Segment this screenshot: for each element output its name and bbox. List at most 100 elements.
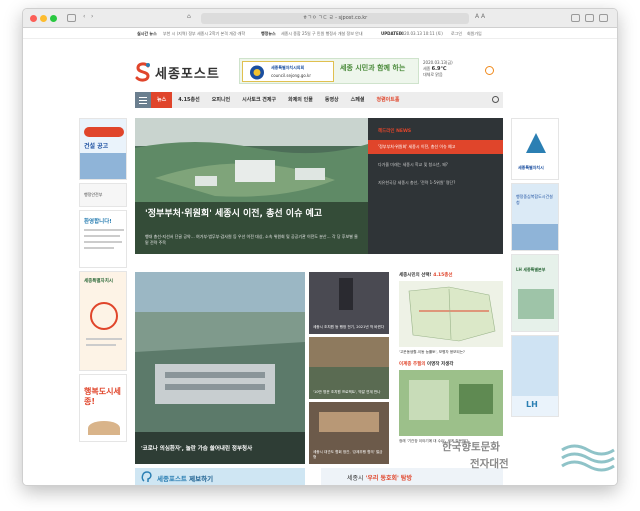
nav-election[interactable]: 4.15총선 bbox=[172, 92, 206, 108]
nav-clean[interactable]: 청렴이트홀 bbox=[370, 92, 405, 108]
signup-link[interactable]: 회원가입 bbox=[467, 31, 482, 37]
council-banner[interactable]: 세종특별자치시의회 council.sejong.go.kr bbox=[242, 61, 334, 82]
back-icon[interactable]: ‹ bbox=[83, 13, 85, 20]
hero-title[interactable]: '정부부처·위원회' 세종시 이전, 총선 이슈 예고 bbox=[145, 208, 355, 220]
zoom-window-button[interactable] bbox=[50, 15, 57, 22]
logo-text: 세종포스트 bbox=[155, 66, 220, 82]
browser-toolbar: ‹ › ⌂ ㅎㄱㅇ ㄱㄷ ㄹ - sjpost.co.kr A A bbox=[23, 9, 617, 28]
ad-happy-city[interactable]: 행복도시세종! bbox=[79, 374, 127, 442]
thumbnail-article[interactable]: '10만 명운 조치원 프로젝트', 막말 연계 반나 bbox=[309, 337, 389, 399]
ad-text: 행정안전부 bbox=[84, 192, 103, 197]
thumbnail-caption: 세종시 조치원 등 행정 전기, 2021년 착 바뀐다 bbox=[313, 325, 385, 329]
text-size-icon[interactable]: A A bbox=[475, 13, 485, 20]
council-emblem-icon bbox=[250, 65, 264, 80]
top-ticker: 실시간 뉴스 부천 시 (지역) 정부 세종시 2학기 본격 개강·개학 행정뉴… bbox=[23, 28, 617, 39]
minimize-window-button[interactable] bbox=[40, 15, 47, 22]
headline-item[interactable]: 다가올 미래는 세종시 학교 및 청소년, 왜? bbox=[368, 158, 503, 172]
ticker-label: 실시간 뉴스 bbox=[137, 31, 157, 36]
ticker-label-2: 행정뉴스 bbox=[261, 31, 276, 36]
column-heading-red: 이계종 주필의 bbox=[399, 362, 426, 367]
ad-welcome[interactable]: 환영합니다! bbox=[79, 210, 127, 268]
watermark-line1: 한국향토문화 bbox=[442, 441, 500, 453]
club-banner-mid: '우리 동호회' 탐방 bbox=[365, 475, 412, 482]
nav-news[interactable]: 뉴스 bbox=[151, 92, 173, 108]
election-section: 세종시민의 선택! 4.15총선 '고운동생활-이동 능률토', 보병자 응모되… bbox=[399, 272, 503, 450]
headline-news-panel: 헤드라인 NEWS '정부부처·위원회' 세종시 이전, 총선 이슈 예고 다가… bbox=[368, 118, 503, 254]
ticker-text[interactable]: 부천 시 (지역) 정부 세종시 2학기 본격 개강·개학 bbox=[163, 31, 245, 37]
nav-opinion[interactable]: 오피니언 bbox=[206, 92, 236, 108]
headline-label: 헤드라인 NEWS bbox=[378, 129, 412, 134]
thumbnail-article[interactable]: 세종시 대관도 협회 정관, '강제추행 협의' 벌금형 bbox=[309, 402, 389, 464]
column-photo[interactable] bbox=[399, 370, 503, 436]
headline-item[interactable]: '정부부처·위원회' 세종시 이전, 총선 이슈 예고 bbox=[368, 140, 503, 154]
ad-text: 행정중심복합도시건설청 bbox=[516, 194, 553, 205]
sidebar-toggle-icon[interactable] bbox=[67, 14, 76, 22]
council-url: council.sejong.go.kr bbox=[271, 73, 312, 78]
sejong-emblem-icon bbox=[526, 133, 546, 153]
ad-text: 행복도시세종! bbox=[84, 387, 121, 406]
weather-desc: 대체로 맑음 bbox=[423, 72, 443, 77]
thumbnail-caption: '10만 명운 조치원 프로젝트', 막말 연계 반나 bbox=[313, 390, 381, 394]
ad-sejong-city[interactable]: 세종특별자치시 bbox=[79, 271, 127, 371]
watermark-logo-icon bbox=[561, 444, 615, 472]
new-tab-icon[interactable] bbox=[599, 14, 608, 22]
hero-article[interactable]: '정부부처·위원회' 세종시 이전, 총선 이슈 예고 행대 총선-지선서 단골… bbox=[135, 118, 368, 254]
headline-item[interactable]: 지유한국당 세종시 총선, '전략 1-5위원' 명단? bbox=[368, 176, 503, 190]
logo-mark-icon bbox=[135, 62, 150, 82]
nav-people[interactable]: 화제의 인물 bbox=[282, 92, 319, 108]
column-image bbox=[399, 370, 503, 436]
ad-sejong-gov[interactable]: 세종특별자치시 bbox=[511, 118, 559, 180]
featured-photo-article[interactable]: '코로나 의심환자', 놀란 가슴 쓸어내린 정부청사 bbox=[135, 272, 305, 464]
election-heading-red: 4.15총선 bbox=[433, 273, 453, 278]
tabs-icon[interactable] bbox=[585, 14, 594, 22]
nav-talk[interactable]: 시사토크 견제구 bbox=[236, 92, 282, 108]
ad-text: 환영합니다! bbox=[84, 219, 112, 225]
header-banner-ad[interactable]: 세종특별자치시의회 council.sejong.go.kr 세종 시민과 함께… bbox=[239, 58, 419, 84]
thumbnail-article[interactable]: 세종시 조치원 등 행정 전기, 2021년 착 바뀐다 bbox=[309, 272, 389, 334]
nav-special[interactable]: 스페셜 bbox=[345, 92, 371, 108]
ad-ministry[interactable]: 행정안전부 bbox=[79, 183, 127, 207]
web-page: 실시간 뉴스 부천 시 (지역) 정부 세종시 2학기 본격 개강·개학 행정뉴… bbox=[23, 28, 617, 485]
address-bar[interactable]: ㅎㄱㅇ ㄱㄷ ㄹ - sjpost.co.kr bbox=[201, 13, 469, 24]
menu-icon[interactable] bbox=[135, 92, 151, 108]
login-link[interactable]: 로그인 bbox=[451, 31, 462, 37]
watermark: 한국향토문화 전자대전 bbox=[442, 440, 618, 484]
report-banner-text: 세종포스트 제보하기 bbox=[157, 473, 213, 483]
election-heading: 세종시민의 선택! 4.15총선 bbox=[399, 272, 503, 278]
thumbnail-caption: 세종시 대관도 협회 정관, '강제추행 협의' 벌금형 bbox=[313, 450, 383, 459]
ad-admin-city[interactable]: 행정중심복합도시건설청 bbox=[511, 183, 559, 251]
election-map[interactable] bbox=[399, 281, 503, 347]
ad-construction-notice[interactable]: 건설 공고 bbox=[79, 118, 127, 180]
search-icon[interactable] bbox=[492, 96, 499, 103]
map-image bbox=[399, 281, 503, 347]
nav-video[interactable]: 동영상 bbox=[319, 92, 345, 108]
club-banner-text: 세종시 '우리 동호회' 탐방 bbox=[347, 473, 412, 482]
council-name: 세종특별자치시의회 bbox=[271, 65, 305, 70]
home-icon[interactable]: ⌂ bbox=[187, 13, 191, 20]
left-ad-column: 건설 공고 행정안전부 환영합니다! 세종특별자치시 행복도시세종! bbox=[79, 118, 127, 445]
election-caption[interactable]: '고운동생활-이동 능률토', 보병자 응모되는? bbox=[399, 350, 503, 355]
ticker-text-2[interactable]: 세종시 종합 25일 구 민원 행정사 개설 정보 안내 bbox=[281, 31, 363, 37]
ad-lh-region[interactable]: LH 세종특별본부 bbox=[511, 254, 559, 332]
thumbnail-list: 세종시 조치원 등 행정 전기, 2021년 착 바뀐다 '10만 명운 조치원… bbox=[309, 272, 389, 467]
close-window-button[interactable] bbox=[30, 15, 37, 22]
ear-icon bbox=[141, 471, 152, 482]
report-banner[interactable]: 세종포스트 제보하기 bbox=[135, 468, 305, 485]
election-heading-pre: 세종시민의 선택! bbox=[399, 273, 432, 278]
share-icon[interactable] bbox=[571, 14, 580, 22]
sun-icon bbox=[485, 66, 494, 75]
hero-subtitle: 행대 총선-지선서 단골 공약… 여가부·법무부·감사원 등 우선 이전 대상,… bbox=[145, 234, 358, 245]
ad-lh[interactable]: LH bbox=[511, 335, 559, 417]
ad-text: LH bbox=[526, 400, 538, 409]
site-logo[interactable]: 세종포스트 bbox=[135, 62, 220, 82]
ad-text: 건설 공고 bbox=[84, 143, 109, 150]
featured-photo bbox=[135, 272, 305, 464]
ad-text: 세종특별자치시 bbox=[84, 279, 113, 284]
address-text: ㅎㄱㅇ ㄱㄷ ㄹ - sjpost.co.kr bbox=[302, 15, 368, 21]
main-nav: 뉴스 4.15총선 오피니언 시사토크 견제구 화제의 인물 동영상 스페셜 청… bbox=[135, 92, 503, 108]
right-ad-column: 세종특별자치시 행정중심복합도시건설청 LH 세종특별본부 LH bbox=[511, 118, 559, 420]
banner-slogan: 세종 시민과 함께 하는 bbox=[340, 64, 406, 72]
weather-city: 세종 bbox=[423, 66, 431, 71]
report-banner-pre: 세종포스트 bbox=[157, 475, 187, 483]
forward-icon[interactable]: › bbox=[91, 13, 93, 20]
